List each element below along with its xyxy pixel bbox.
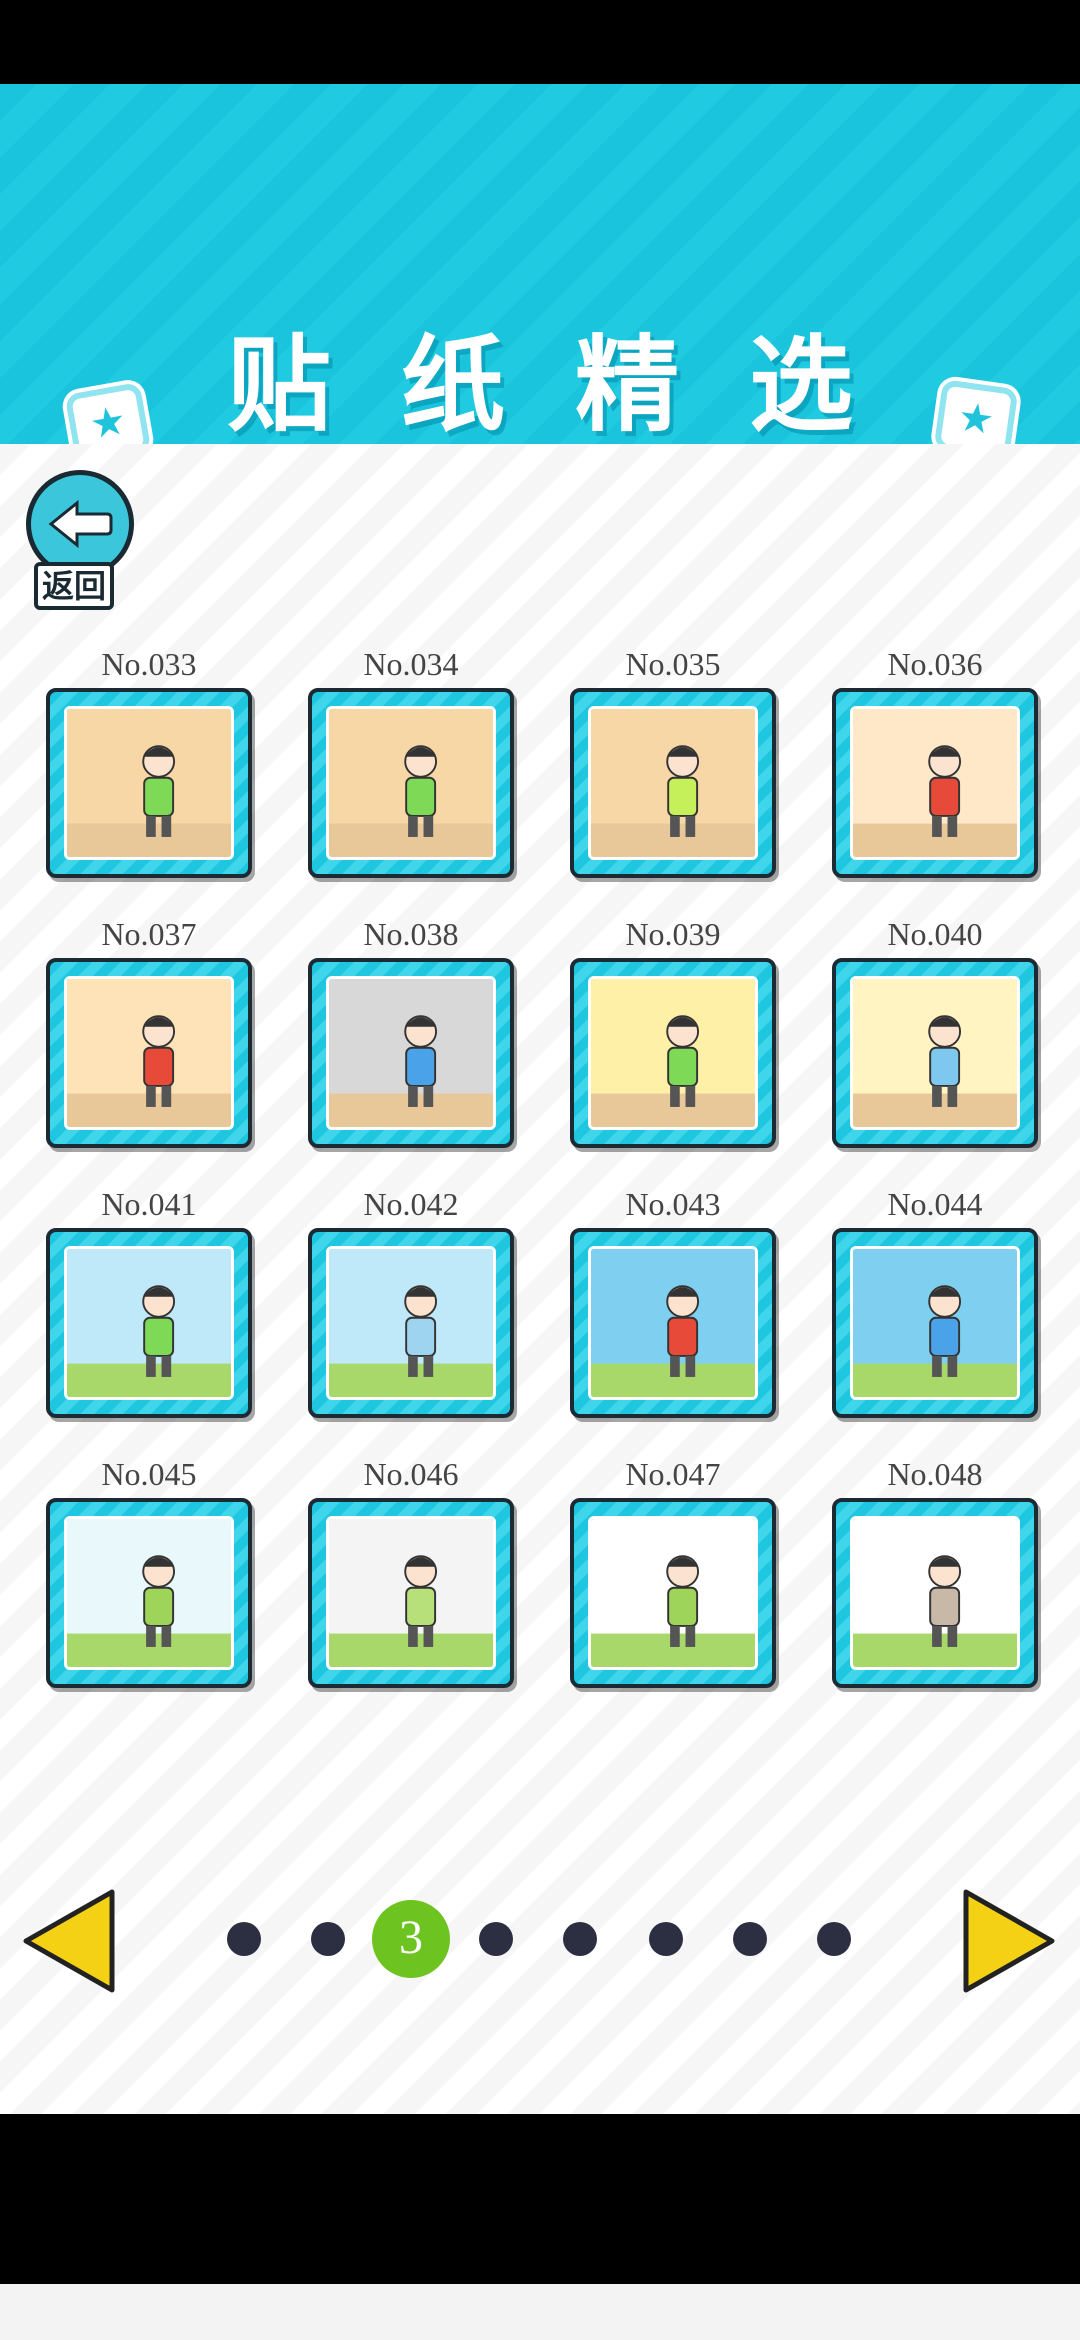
sticker-frame[interactable] [46,1498,252,1688]
sticker-item[interactable]: No.037 [46,910,252,1148]
sticker-thumbnail [588,1516,758,1670]
system-nav-strip [0,2284,1080,2340]
sticker-item[interactable]: No.036 [832,640,1038,878]
sticker-number: No.048 [887,1456,983,1492]
sticker-item[interactable]: No.048 [832,1450,1038,1688]
sticker-frame[interactable] [308,958,514,1148]
page-dot[interactable] [733,1922,767,1956]
sticker-item[interactable]: No.046 [308,1450,514,1688]
sticker-thumbnail [326,706,496,860]
page-dot[interactable] [311,1922,345,1956]
page-dot[interactable] [817,1922,851,1956]
sticker-thumbnail [850,976,1020,1130]
sticker-item[interactable]: No.045 [46,1450,252,1688]
sticker-number: No.046 [363,1456,459,1492]
back-label: 返回 [34,562,115,610]
sticker-frame[interactable] [832,958,1038,1148]
back-button[interactable]: 返回 [26,470,136,610]
next-page-button[interactable] [958,1886,1058,1996]
sticker-thumbnail [326,976,496,1130]
sticker-thumbnail [64,706,234,860]
sticker-number: No.037 [101,916,197,952]
sticker-frame[interactable] [570,958,776,1148]
sticker-frame[interactable] [570,1498,776,1688]
sticker-frame[interactable] [308,1498,514,1688]
sticker-number: No.042 [363,1186,459,1222]
bottom-bar [0,2114,1080,2284]
sticker-number: No.039 [625,916,721,952]
sticker-frame[interactable] [832,688,1038,878]
sticker-frame[interactable] [832,1228,1038,1418]
sticker-frame[interactable] [570,688,776,878]
sticker-thumbnail [64,1246,234,1400]
prev-page-button[interactable] [20,1886,120,1996]
sticker-number: No.038 [363,916,459,952]
sticker-number: No.033 [101,646,197,682]
sticker-thumbnail [326,1516,496,1670]
sticker-frame[interactable] [832,1498,1038,1688]
sticker-thumbnail [588,706,758,860]
sticker-number: No.034 [363,646,459,682]
sticker-thumbnail [588,976,758,1130]
sticker-frame[interactable] [46,688,252,878]
sticker-item[interactable]: No.033 [46,640,252,878]
sticker-item[interactable]: No.035 [570,640,776,878]
sticker-item[interactable]: No.042 [308,1180,514,1418]
sticker-item[interactable]: No.034 [308,640,514,878]
sticker-number: No.041 [101,1186,197,1222]
sticker-thumbnail [850,706,1020,860]
sticker-thumbnail [326,1246,496,1400]
sticker-frame[interactable] [308,688,514,878]
sticker-item[interactable]: No.047 [570,1450,776,1688]
sticker-number: No.036 [887,646,983,682]
page-dot[interactable] [563,1922,597,1956]
sticker-frame[interactable] [46,1228,252,1418]
sticker-frame[interactable] [570,1228,776,1418]
sticker-frame[interactable] [308,1228,514,1418]
sticker-thumbnail [850,1246,1020,1400]
sticker-thumbnail [850,1516,1020,1670]
sticker-item[interactable]: No.043 [570,1180,776,1418]
page-dot[interactable] [227,1922,261,1956]
sticker-thumbnail [588,1246,758,1400]
page-dot[interactable] [479,1922,513,1956]
sticker-number: No.040 [887,916,983,952]
sticker-number: No.043 [625,1186,721,1222]
sticker-number: No.044 [887,1186,983,1222]
page-indicator-current[interactable]: 3 [372,1900,450,1978]
sticker-item[interactable]: No.039 [570,910,776,1148]
sticker-number: No.045 [101,1456,197,1492]
sticker-item[interactable]: No.040 [832,910,1038,1148]
sticker-frame[interactable] [46,958,252,1148]
sticker-thumbnail [64,976,234,1130]
sticker-number: No.035 [625,646,721,682]
page-dot[interactable] [649,1922,683,1956]
sticker-thumbnail [64,1516,234,1670]
page-title: 贴纸精选 [226,324,923,446]
sticker-item[interactable]: No.044 [832,1180,1038,1418]
sticker-number: No.047 [625,1456,721,1492]
status-bar [0,0,1080,84]
sticker-item[interactable]: No.038 [308,910,514,1148]
sticker-item[interactable]: No.041 [46,1180,252,1418]
